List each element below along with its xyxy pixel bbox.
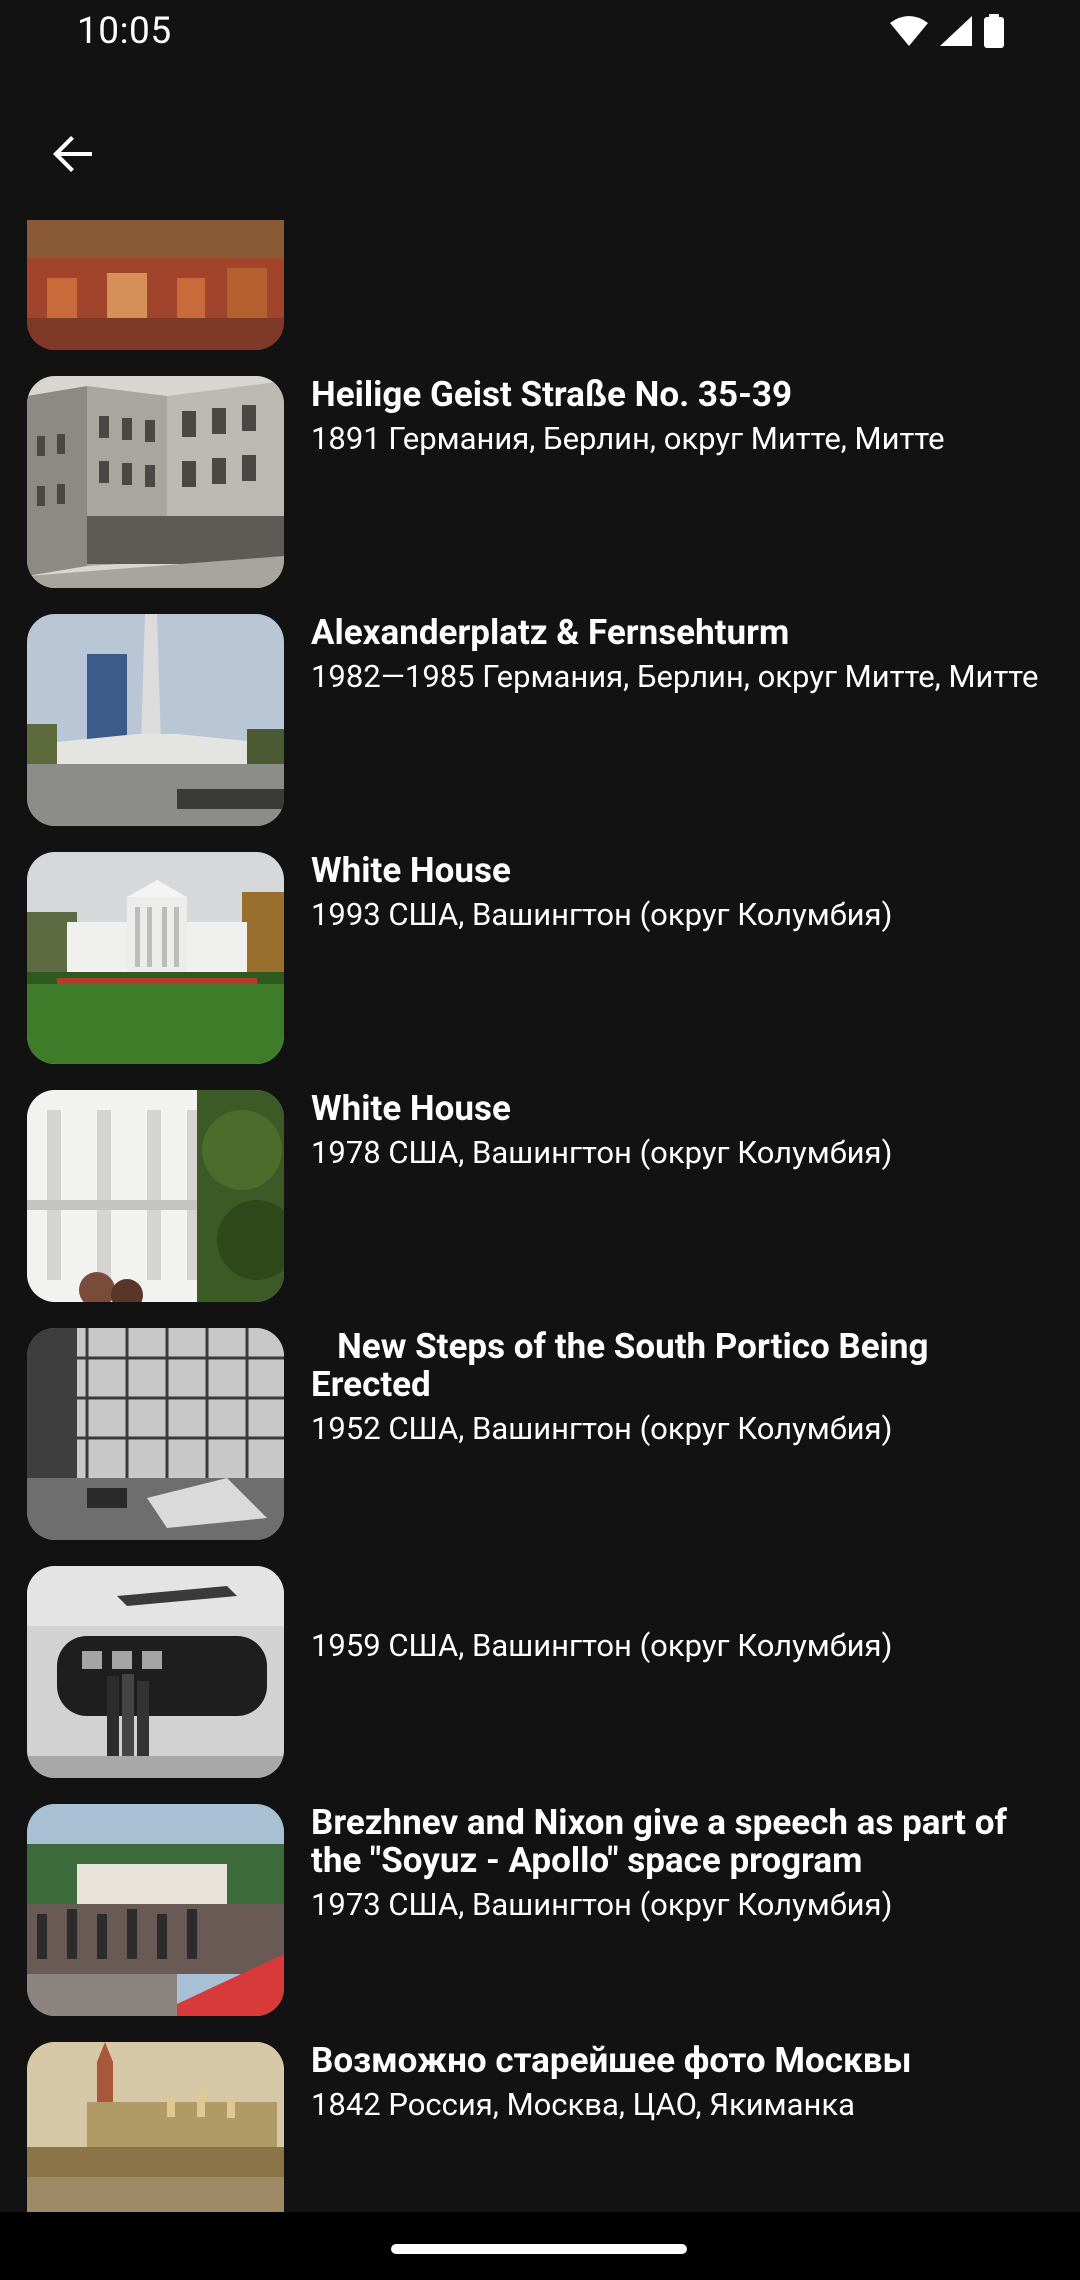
navigation-bar bbox=[0, 2212, 1080, 2280]
list-item[interactable]: Возможно старейшее фото Москвы 1842 Росс… bbox=[0, 2042, 1080, 2212]
list-item[interactable]: 1959 США, Вашингтон (округ Колумбия) bbox=[0, 1566, 1080, 1804]
item-subtitle: 1842 Россия, Москва, ЦАО, Якиманка bbox=[311, 2086, 855, 2123]
photo-thumbnail bbox=[27, 1804, 284, 2016]
status-bar: 10:05 bbox=[0, 0, 1080, 70]
home-gesture-handle[interactable] bbox=[391, 2244, 687, 2254]
arrow-back-icon bbox=[48, 130, 96, 182]
list-item[interactable]: Brezhnev and Nixon give a speech as part… bbox=[0, 1804, 1080, 2042]
photo-thumbnail bbox=[27, 2042, 284, 2212]
item-title: Heilige Geist Straße No. 35-39 bbox=[311, 374, 793, 415]
photo-thumbnail bbox=[27, 614, 284, 826]
item-subtitle: 1982—1985 Германия, Берлин, округ Митте,… bbox=[311, 658, 1039, 695]
app-bar bbox=[0, 70, 1080, 220]
item-text: White House 1993 США, Вашингтон (округ К… bbox=[311, 852, 1048, 932]
item-title: Возможно старейшее фото Москвы bbox=[311, 2040, 912, 2081]
item-title: White House bbox=[311, 1088, 511, 1129]
item-subtitle: 1891 Германия, Берлин, округ Митте, Митт… bbox=[311, 420, 945, 457]
photo-thumbnail bbox=[27, 1328, 284, 1540]
list-item[interactable]: White House 1993 США, Вашингтон (округ К… bbox=[0, 852, 1080, 1090]
wifi-icon bbox=[889, 15, 929, 51]
item-subtitle: 1952 США, Вашингтон (округ Колумбия) bbox=[311, 1410, 893, 1447]
item-text: Alexanderplatz & Fernsehturm 1982—1985 Г… bbox=[311, 614, 1048, 694]
item-subtitle: 1978 США, Вашингтон (округ Колумбия) bbox=[311, 1134, 893, 1171]
item-title: Brezhnev and Nixon give a speech as part… bbox=[311, 1802, 1007, 1881]
item-subtitle: 1973 США, Вашингтон (округ Колумбия) bbox=[311, 1886, 893, 1923]
list-item[interactable]: New Steps of the South Portico Being Ere… bbox=[0, 1328, 1080, 1566]
list-item[interactable]: Heilige Geist Straße No. 35-39 1891 Герм… bbox=[0, 376, 1080, 614]
item-text: 1959 США, Вашингтон (округ Колумбия) bbox=[311, 1621, 1048, 1663]
photo-thumbnail bbox=[27, 376, 284, 588]
battery-icon bbox=[983, 14, 1005, 52]
photo-thumbnail bbox=[27, 1566, 284, 1778]
item-text: White House 1978 США, Вашингтон (округ К… bbox=[311, 1090, 1048, 1170]
item-title: Alexanderplatz & Fernsehturm bbox=[311, 612, 790, 653]
item-text: Возможно старейшее фото Москвы 1842 Росс… bbox=[311, 2042, 1048, 2122]
item-title: White House bbox=[311, 850, 511, 891]
photo-thumbnail bbox=[27, 220, 284, 350]
cell-signal-icon bbox=[939, 15, 973, 51]
list-item[interactable]: Alexanderplatz & Fernsehturm 1982—1985 Г… bbox=[0, 614, 1080, 852]
item-text: New Steps of the South Portico Being Ere… bbox=[311, 1328, 1048, 1446]
status-icons bbox=[889, 14, 1005, 52]
list-item[interactable] bbox=[0, 220, 1080, 376]
item-text: Brezhnev and Nixon give a speech as part… bbox=[311, 1804, 1048, 1922]
photo-list[interactable]: Heilige Geist Straße No. 35-39 1891 Герм… bbox=[0, 220, 1080, 2212]
back-button[interactable] bbox=[28, 112, 116, 200]
item-title: New Steps of the South Portico Being Ere… bbox=[311, 1326, 938, 1405]
status-time: 10:05 bbox=[77, 10, 172, 53]
item-text: Heilige Geist Straße No. 35-39 1891 Герм… bbox=[311, 376, 1048, 456]
photo-thumbnail bbox=[27, 852, 284, 1064]
photo-thumbnail bbox=[27, 1090, 284, 1302]
item-subtitle: 1993 США, Вашингтон (округ Колумбия) bbox=[311, 896, 893, 933]
list-item[interactable]: White House 1978 США, Вашингтон (округ К… bbox=[0, 1090, 1080, 1328]
item-subtitle: 1959 США, Вашингтон (округ Колумбия) bbox=[311, 1627, 893, 1664]
